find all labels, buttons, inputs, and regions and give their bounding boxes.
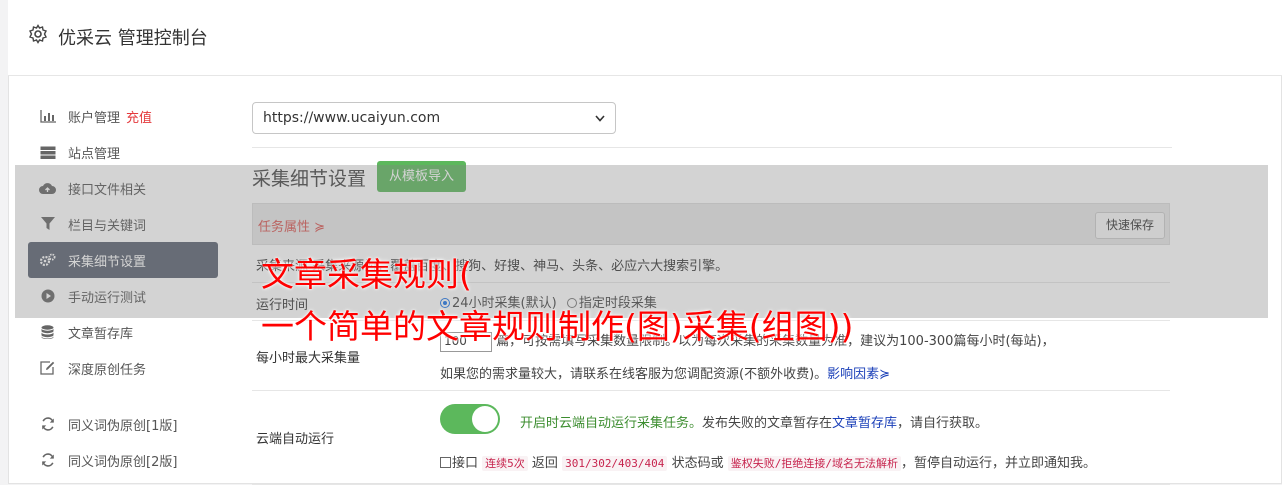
cloud-run-row: 云端自动运行 开启时云端自动运行采集任务。发布失败的文章暂存在文章暂存库，请自行… — [252, 390, 1170, 485]
edit-icon — [39, 361, 56, 375]
pause-text-a: 接口 — [452, 456, 479, 471]
pause-rule-line: 接口 连续5次 返回 301/302/403/404 状态码或 鉴权失败/拒绝连… — [440, 452, 1096, 471]
max-per-hour-desc2: 如果您的需求量较大，请联系在线客服为您调配资源(不额外收费)。 — [440, 367, 828, 382]
sidebar-item-synonym-v2[interactable]: 同义词伪原创[2版] — [28, 442, 218, 478]
site-select[interactable]: https://www.ucaiyun.com — [252, 102, 616, 134]
refresh-icon — [39, 417, 56, 431]
pause-text-b: 返回 — [531, 456, 558, 471]
sidebar-item-label: 账户管理 — [68, 110, 121, 126]
watermark-line2: 一个简单的文章规则制作(图)采集(组图)) — [261, 307, 854, 346]
sidebar-item-label: 深度原创任务 — [68, 362, 147, 378]
impact-factors-link[interactable]: 影响因素≽ — [827, 367, 890, 382]
pause-text-d: ，暂停自动运行，并立即通知我。 — [900, 456, 1096, 471]
sidebar-item-label: 同义词伪原创[1版] — [68, 418, 178, 434]
sidebar-item-synonym-v1[interactable]: 同义词伪原创[1版] — [28, 406, 218, 442]
page-title: 优采云 管理控制台 — [58, 28, 208, 49]
cloud-run-desc-rest: 发布失败的文章暂存在 — [702, 416, 833, 431]
refresh-icon — [39, 453, 56, 467]
cloud-run-desc: 开启时云端自动运行采集任务。发布失败的文章暂存在文章暂存库，请自行获取。 — [520, 412, 988, 431]
watermark-line1: 文章采集规则( — [261, 255, 472, 294]
article-store-link[interactable]: 文章暂存库 — [832, 416, 897, 431]
gray-overlay — [15, 165, 1268, 318]
cloud-run-label: 云端自动运行 — [256, 432, 335, 447]
cloud-run-desc-green: 开启时云端自动运行采集任务。 — [520, 416, 703, 431]
code-status: 301/302/403/404 — [562, 456, 668, 471]
max-per-hour-label: 每小时最大采集量 — [256, 351, 361, 366]
gear-icon — [29, 24, 47, 44]
pause-checkbox[interactable] — [440, 457, 451, 468]
cloud-run-toggle[interactable] — [440, 404, 500, 434]
max-per-hour-line2: 如果您的需求量较大，请联系在线客服为您调配资源(不额外收费)。影响因素≽ — [440, 363, 890, 382]
pause-text-c: 状态码或 — [671, 456, 724, 471]
code-consecutive: 连续5次 — [482, 456, 528, 471]
server-icon — [39, 145, 56, 159]
sidebar-item-deep-original[interactable]: 深度原创任务 — [28, 350, 218, 386]
sidebar-item-label: 同义词伪原创[2版] — [68, 454, 178, 470]
divider — [252, 147, 1172, 148]
bar-chart-icon — [39, 109, 56, 123]
chevron-down-icon — [595, 115, 605, 122]
cloud-run-desc-end: ，请自行获取。 — [897, 416, 989, 431]
sidebar-item-account[interactable]: 账户管理 充值 — [28, 98, 218, 134]
sidebar-item-article-store[interactable]: 文章暂存库 — [28, 314, 218, 350]
site-select-value: https://www.ucaiyun.com — [263, 110, 441, 126]
code-errors: 鉴权失败/拒绝连接/域名无法解析 — [727, 456, 901, 471]
recharge-link[interactable]: 充值 — [126, 107, 152, 126]
sidebar-item-label: 站点管理 — [68, 146, 121, 162]
toggle-knob — [472, 406, 498, 432]
sidebar-item-label: 文章暂存库 — [68, 326, 134, 342]
database-icon — [39, 325, 56, 339]
page-header: 优采云 管理控制台 — [8, 0, 1282, 76]
